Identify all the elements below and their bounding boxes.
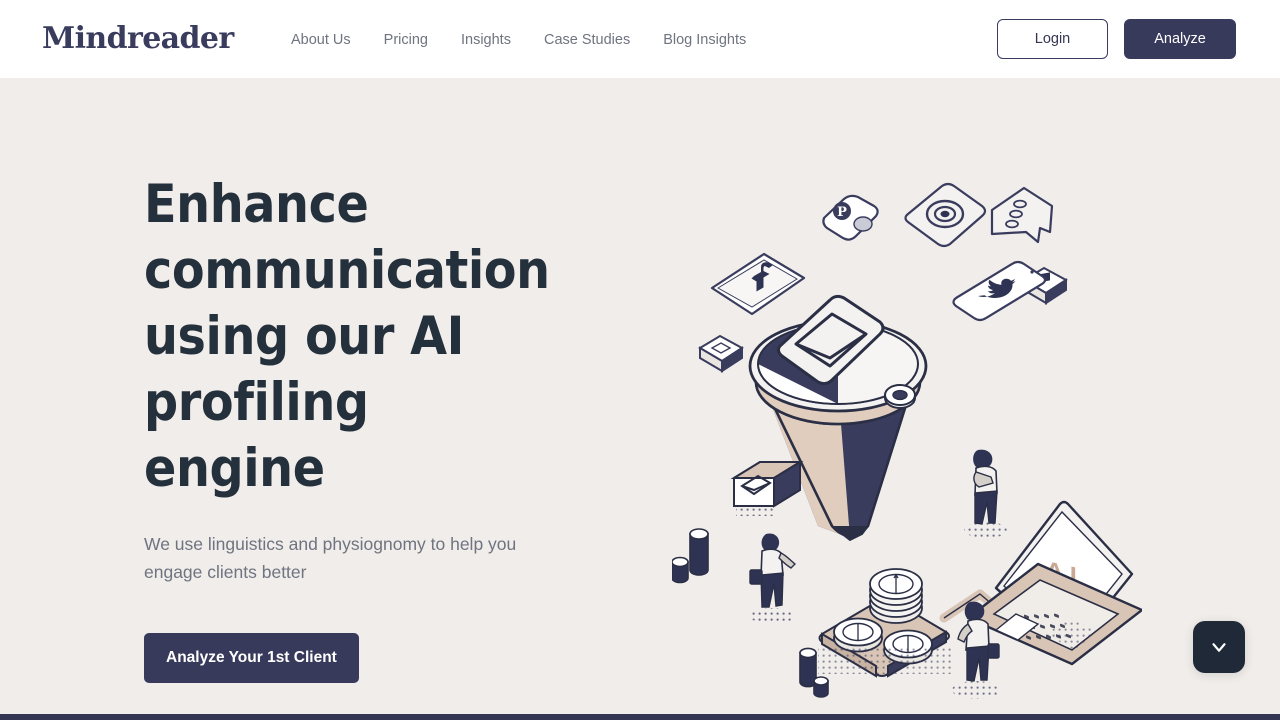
nav-item-case-studies[interactable]: Case Studies [544,29,630,51]
login-button[interactable]: Login [997,19,1108,59]
brand-logo[interactable]: Mindreader [42,21,234,57]
nav-item-blog-insights[interactable]: Blog Insights [663,29,746,51]
instagram-camera-icon [904,182,987,248]
hero-illustration: P [672,174,1142,714]
cylinders [672,528,829,698]
chat-list-icon [990,186,1054,244]
nav-item-about-us[interactable]: About Us [291,29,351,51]
ring-icon [884,384,916,409]
site-header: Mindreader About Us Pricing Insights Cas… [0,0,1280,78]
scroll-down-button[interactable] [1193,621,1245,673]
hero-section: Enhance communication using our AI profi… [0,78,1280,714]
person-figure [964,449,1008,538]
hero-title: Enhance communication using our AI profi… [144,174,550,499]
pinterest-badge-icon: P [822,194,879,241]
analyze-first-client-button[interactable]: Analyze Your 1st Client [144,633,359,683]
nav-item-pricing[interactable]: Pricing [384,29,428,51]
hero-copy: Enhance communication using our AI profi… [144,172,564,683]
chevron-down-icon [1208,636,1230,658]
main-navigation: About Us Pricing Insights Case Studies B… [291,29,746,51]
person-figure [749,533,797,624]
next-section-edge [0,714,1280,720]
facebook-tablet-icon [710,252,806,316]
envelope-icon [730,460,804,516]
header-actions: Login Analyze [997,19,1236,59]
hero-subtitle: We use linguistics and physiognomy to he… [144,534,517,582]
coin-stack [818,568,954,678]
book-icon [698,334,744,373]
svg-text:P: P [837,205,847,220]
analyze-button[interactable]: Analyze [1124,19,1236,59]
twitter-phone-icon [952,260,1047,322]
nav-item-insights[interactable]: Insights [461,29,511,51]
